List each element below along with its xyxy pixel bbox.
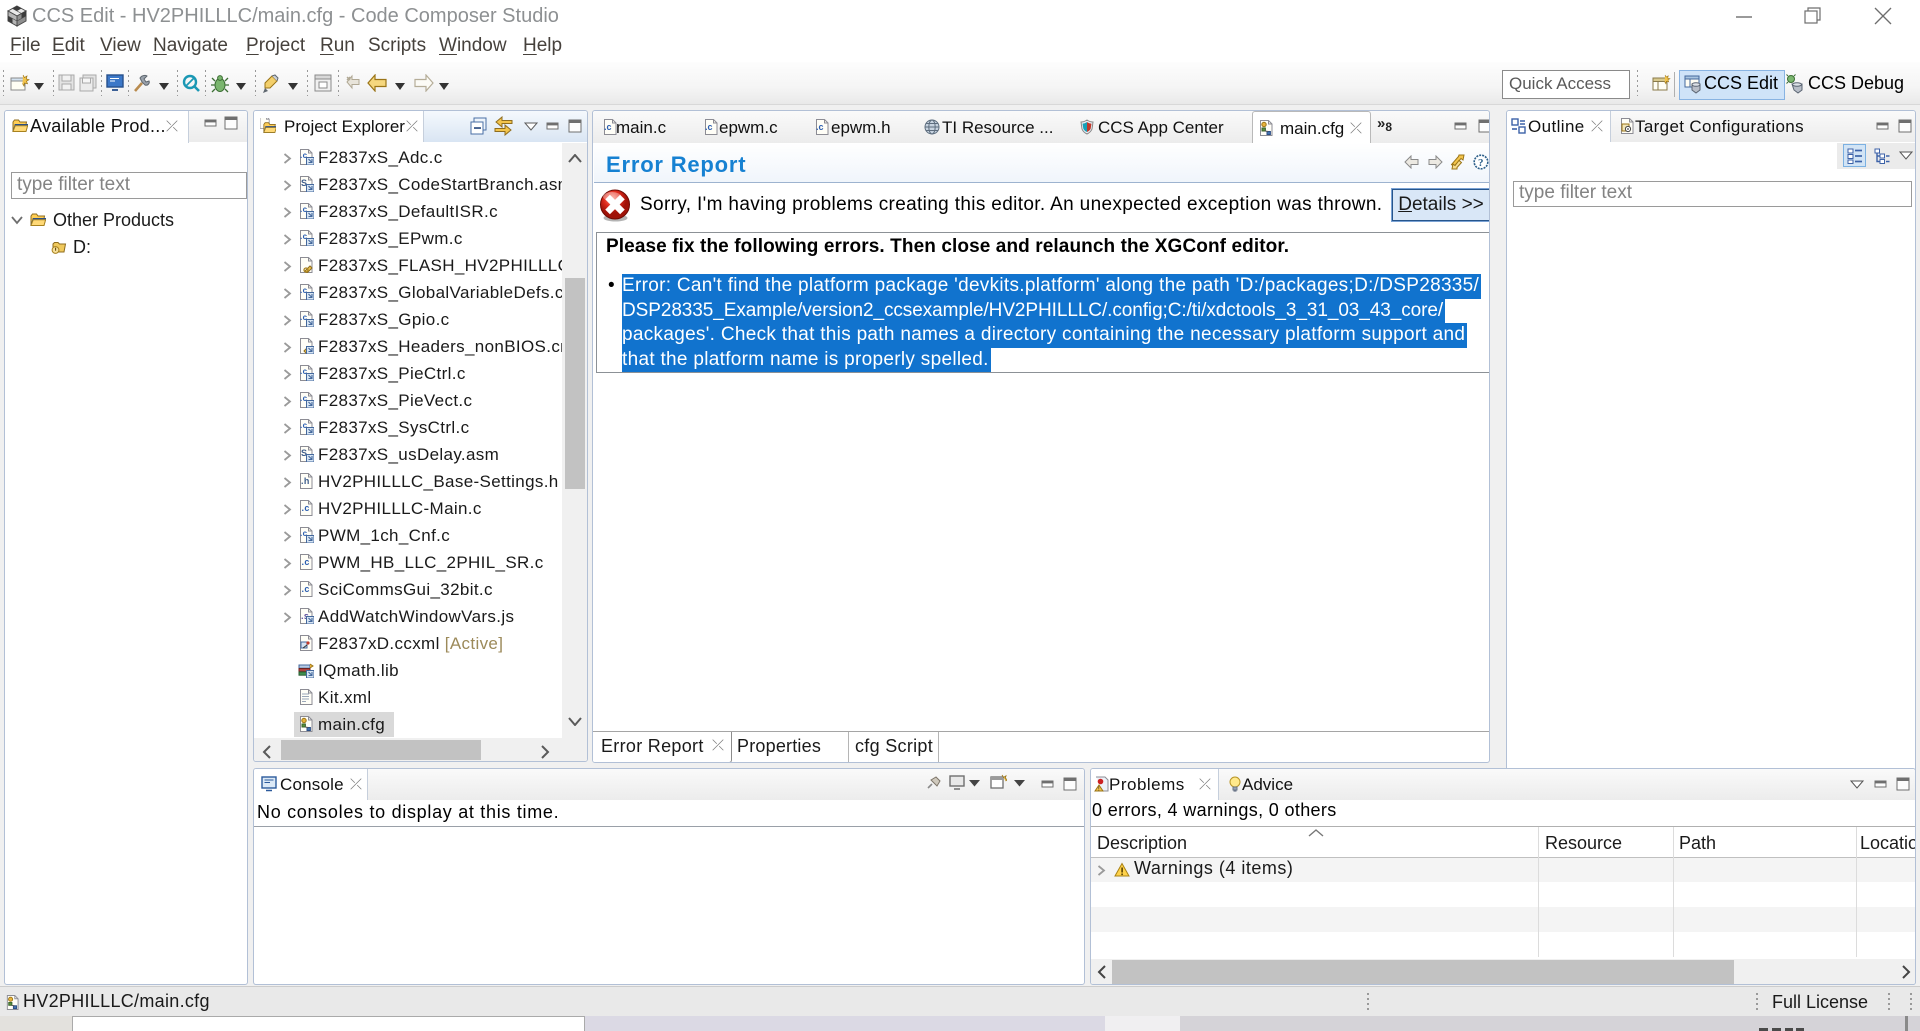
svg-text:?: ? xyxy=(1478,157,1484,169)
svg-text:.h: .h xyxy=(301,476,310,486)
svg-text:.c: .c xyxy=(816,122,824,132)
svg-text:.c: .c xyxy=(302,503,310,513)
svg-text:.c: .c xyxy=(705,122,713,132)
svg-text:.c: .c xyxy=(604,122,612,132)
svg-text:.c: .c xyxy=(302,557,310,567)
svg-text:.c: .c xyxy=(302,584,310,594)
